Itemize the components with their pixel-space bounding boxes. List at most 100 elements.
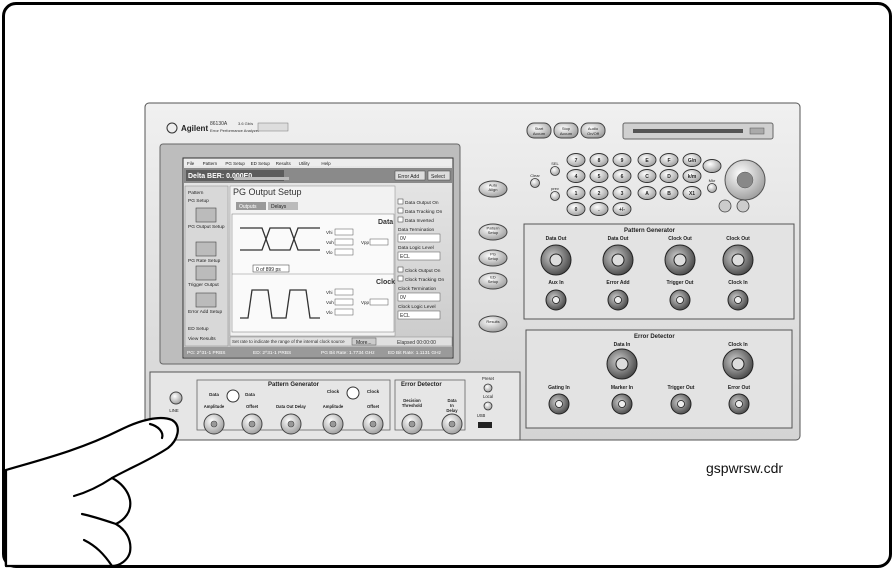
menu-item[interactable]: PG Setup [225,161,245,166]
wave-value-field[interactable] [334,248,354,256]
keypad-misc-button[interactable] [550,166,560,176]
usb-port[interactable] [478,422,492,428]
wave-value-field[interactable] [334,238,354,246]
pg-connector-label: Data Out [608,236,629,242]
option-checkbox[interactable] [397,275,404,282]
clock-toggle-button[interactable] [346,386,360,400]
option-heading: Data Termination [398,227,435,233]
option-checkbox[interactable] [397,216,404,223]
floppy-slot [633,129,743,133]
left-nav-item[interactable]: Pattern [188,190,204,196]
model-sub-label: 3.6 Gb/s [238,121,253,126]
left-nav-item[interactable]: ED Setup [188,326,209,332]
front-knob-center [287,420,295,428]
instrument-photo: Agilent 86130A 3.6 Gb/s Error Performanc… [3,102,801,568]
front-ed-title: Error Detector [401,382,442,388]
menu-item[interactable]: Results [276,161,292,166]
keypad-misc-button[interactable] [550,191,560,201]
connector-center [618,400,626,408]
floppy-eject[interactable] [749,127,765,135]
option-heading: Clock Termination [398,286,436,292]
option-label: Clock Output On [405,268,441,274]
side-button-label: Setup [488,230,499,235]
front-knob-label: Amplitude [204,404,225,409]
wave-label: Vpp [361,300,370,305]
left-nav-item[interactable]: PG Output Setup [188,224,225,230]
knob-right-arrow[interactable] [736,199,750,213]
connector-center [731,357,745,371]
wave-label: Vpp [361,240,370,245]
keypad-misc-button[interactable] [707,183,717,193]
wave-value-field[interactable] [334,308,354,316]
menu-item[interactable]: ED Setup [251,161,271,166]
section-clock-label: Clock [376,279,395,286]
keypad-key-label: 6 [621,174,624,180]
menu-item[interactable]: Utility [299,161,311,166]
pg-connector-label: Data Out [546,236,567,242]
wave-value-field[interactable] [369,298,389,306]
preset-label: Preset [482,376,495,381]
pg-connector-label: Trigger Out [667,280,694,286]
ed-connector-label: Error Out [728,385,751,391]
marker-label: 0 of 899 ps [256,267,281,273]
wave-value-field[interactable] [334,288,354,296]
left-nav-item[interactable]: PG Setup [188,198,209,204]
menu-item[interactable]: File [187,161,195,166]
more-label: More... [356,340,372,346]
local-button[interactable] [483,401,493,411]
wave-label: Vhi [326,230,333,235]
keypad-key-label: 2 [598,191,601,197]
knob-left-arrow[interactable] [718,199,732,213]
brand-label: Agilent [181,124,208,133]
menu-item[interactable]: Help [321,161,331,166]
keypad-key-label: A [645,191,649,197]
pg-connector-label: Clock Out [726,236,750,242]
power-button[interactable] [169,391,183,405]
connector-center [734,296,742,304]
pg-connector-label: Clock Out [668,236,692,242]
wave-label: Vhi [326,290,333,295]
wave-value-field[interactable] [369,238,389,246]
run-button-label: Accum [560,131,573,136]
keypad-misc-button[interactable] [530,178,540,188]
run-button-label: Accum [533,131,546,136]
front-toggle-label: Clock [327,389,340,394]
option-checkbox[interactable] [397,198,404,205]
option-checkbox[interactable] [397,266,404,273]
keypad-misc-label: prev [551,186,559,191]
wave-value-field[interactable] [334,228,354,236]
menu-item[interactable]: Pattern [203,161,218,166]
pg-connector-label: Error Add [606,280,629,286]
option-select-value: 0V [400,236,407,242]
connector-center [555,400,563,408]
connector-center [731,253,745,267]
connector-center [677,400,685,408]
option-select-value: 0V [400,295,407,301]
front-knob-center [448,420,456,428]
section-data-label: Data [378,219,393,226]
left-nav-item[interactable]: PG Rate Setup [188,258,221,264]
front-knob-center [329,420,337,428]
run-buttons: StartAccumStopAccumAudioOn/Off [526,122,606,139]
preset-button[interactable] [483,383,493,393]
ed-connector-label: Gating In [548,385,570,391]
keypad-extra-key[interactable] [702,159,722,173]
hand-drawing [3,416,179,568]
front-knob-label: Amplitude [323,404,344,409]
option-checkbox[interactable] [397,207,404,214]
wave-label: Vlo [326,250,333,255]
tab-outputs-label: Outputs [239,204,257,210]
wave-value-field[interactable] [334,298,354,306]
bottom-status-item: PG Bit Rate: 1.7734 GHz [321,350,375,356]
front-knob-center [210,420,218,428]
option-heading: Data Logic Level [398,245,434,251]
connector-center [615,357,629,371]
nav-icon [195,241,217,257]
left-nav-item[interactable]: Trigger Output [188,282,219,288]
left-nav-item[interactable]: View Results [188,336,216,342]
data-toggle-button[interactable] [226,389,240,403]
err-add-label: Error Add [398,174,419,180]
left-nav-item[interactable]: Error Add Setup [188,309,222,315]
keypad-key-label: F [667,158,670,164]
front-toggle-label: Clock [367,389,380,394]
